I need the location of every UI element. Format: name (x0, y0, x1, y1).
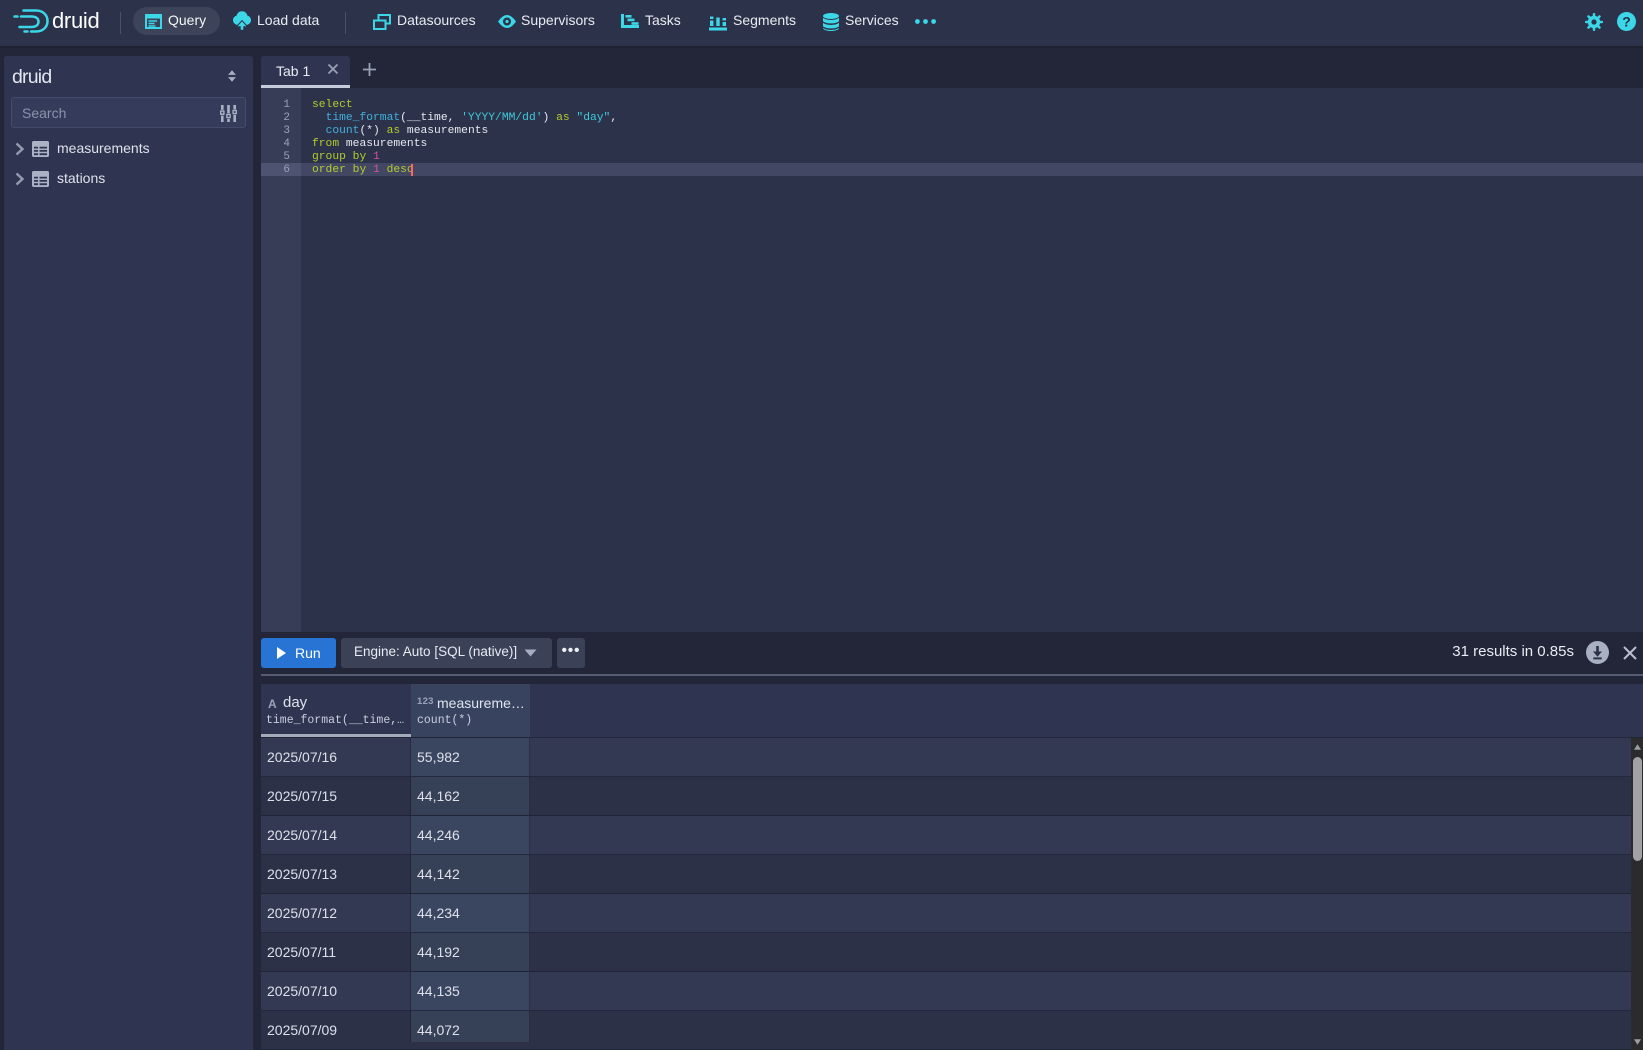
svg-text:?: ? (1622, 13, 1631, 29)
